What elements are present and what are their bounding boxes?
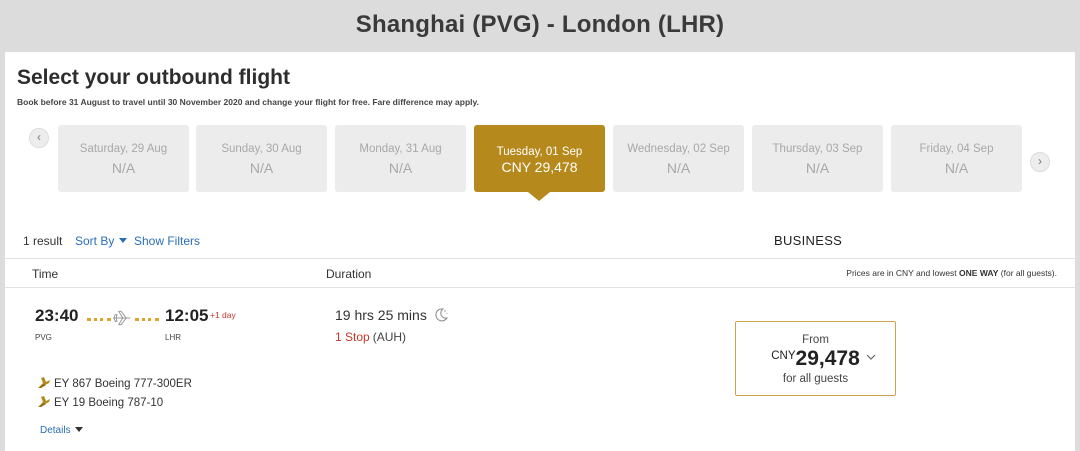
date-card-date: Friday, 04 Sep bbox=[919, 143, 994, 155]
price-note: Prices are in CNY and lowest ONE WAY (fo… bbox=[846, 268, 1057, 278]
result-count: 1 result bbox=[23, 234, 63, 248]
stops-info: 1 Stop (AUH) bbox=[335, 330, 406, 344]
date-card-date: Sunday, 30 Aug bbox=[221, 143, 302, 155]
date-card-price: N/A bbox=[666, 160, 691, 176]
booking-note: Book before 31 August to travel until 30… bbox=[17, 97, 479, 107]
date-card-wed-02-sep[interactable]: Wednesday, 02 Sep N/A bbox=[613, 125, 744, 192]
sort-by-label: Sort By bbox=[75, 234, 115, 248]
column-duration: Duration bbox=[326, 267, 372, 281]
cabin-class-label: BUSINESS bbox=[774, 233, 843, 248]
caret-down-icon bbox=[74, 427, 83, 432]
date-card-date: Monday, 31 Aug bbox=[359, 143, 442, 155]
route-title: Shanghai (PVG) - London (LHR) bbox=[355, 11, 725, 38]
chevron-right-icon: › bbox=[1038, 154, 1042, 168]
next-dates-button[interactable]: › bbox=[1030, 152, 1050, 172]
date-card-date: Tuesday, 01 Sep bbox=[496, 146, 583, 158]
chevron-left-icon: ‹ bbox=[37, 130, 41, 144]
page-heading: Select your outbound flight bbox=[17, 66, 290, 89]
aircraft-type: Boeing 777-300ER bbox=[94, 378, 192, 390]
details-label: Details bbox=[40, 425, 71, 436]
column-time: Time bbox=[32, 267, 59, 281]
date-card-fri-04-sep[interactable]: Friday, 04 Sep N/A bbox=[891, 125, 1022, 192]
route-dots bbox=[87, 318, 111, 321]
plus-day-badge: +1 day bbox=[210, 310, 236, 320]
flight-leg: EY 19 Boeing 787-10 bbox=[37, 395, 163, 409]
flight-number: EY 19 bbox=[54, 397, 86, 409]
results-column-header: Time Duration Prices are in CNY and lowe… bbox=[5, 258, 1075, 288]
date-card-date: Saturday, 29 Aug bbox=[79, 143, 168, 155]
date-card-price: CNY 29,478 bbox=[501, 159, 578, 175]
date-card-price: N/A bbox=[805, 160, 830, 176]
date-card-tue-01-sep-selected[interactable]: Tuesday, 01 Sep CNY 29,478 bbox=[474, 125, 605, 192]
selected-date-pointer bbox=[528, 192, 550, 201]
fare-amount: 29,478 bbox=[795, 347, 860, 370]
moon-icon bbox=[435, 308, 449, 322]
show-filters-link[interactable]: Show Filters bbox=[134, 234, 200, 248]
stop-airport: (AUH) bbox=[372, 330, 407, 344]
date-card-price: N/A bbox=[249, 160, 274, 176]
date-card-date: Thursday, 03 Sep bbox=[772, 143, 863, 155]
fare-guests-label: for all guests bbox=[782, 373, 849, 385]
chevron-down-icon bbox=[866, 354, 876, 360]
sort-by-dropdown[interactable]: Sort By bbox=[75, 234, 128, 248]
flight-number: EY 867 bbox=[54, 378, 92, 390]
date-card-mon-31-aug[interactable]: Monday, 31 Aug N/A bbox=[335, 125, 466, 192]
prev-dates-button[interactable]: ‹ bbox=[29, 128, 49, 148]
plane-icon bbox=[113, 310, 131, 326]
caret-down-icon bbox=[119, 238, 128, 243]
fare-currency: CNY bbox=[771, 350, 796, 362]
date-card-date: Wednesday, 02 Sep bbox=[627, 143, 730, 155]
arrival-airport-code: LHR bbox=[165, 333, 182, 342]
flight-leg: EY 867 Boeing 777-300ER bbox=[37, 376, 192, 390]
date-card-sun-30-aug[interactable]: Sunday, 30 Aug N/A bbox=[196, 125, 327, 192]
airline-tail-icon bbox=[38, 396, 50, 407]
departure-time: 23:40 bbox=[35, 306, 79, 325]
date-card-sat-29-aug[interactable]: Saturday, 29 Aug N/A bbox=[58, 125, 189, 192]
stop-count: 1 Stop bbox=[335, 330, 370, 344]
aircraft-type: Boeing 787-10 bbox=[88, 397, 164, 409]
business-fare-button[interactable]: From CNY29,478 for all guests bbox=[735, 321, 896, 396]
results-panel: Select your outbound flight Book before … bbox=[5, 52, 1075, 451]
fare-from-label: From bbox=[802, 334, 829, 346]
route-dots bbox=[135, 318, 159, 321]
airline-tail-icon bbox=[38, 377, 50, 388]
departure-airport-code: PVG bbox=[35, 333, 52, 342]
date-card-price: N/A bbox=[388, 160, 413, 176]
date-card-thu-03-sep[interactable]: Thursday, 03 Sep N/A bbox=[752, 125, 883, 192]
flight-duration: 19 hrs 25 mins bbox=[335, 307, 427, 323]
date-card-price: N/A bbox=[944, 160, 969, 176]
details-toggle[interactable]: Details bbox=[40, 425, 83, 436]
date-card-price: N/A bbox=[111, 160, 136, 176]
arrival-time: 12:05 bbox=[165, 306, 209, 325]
